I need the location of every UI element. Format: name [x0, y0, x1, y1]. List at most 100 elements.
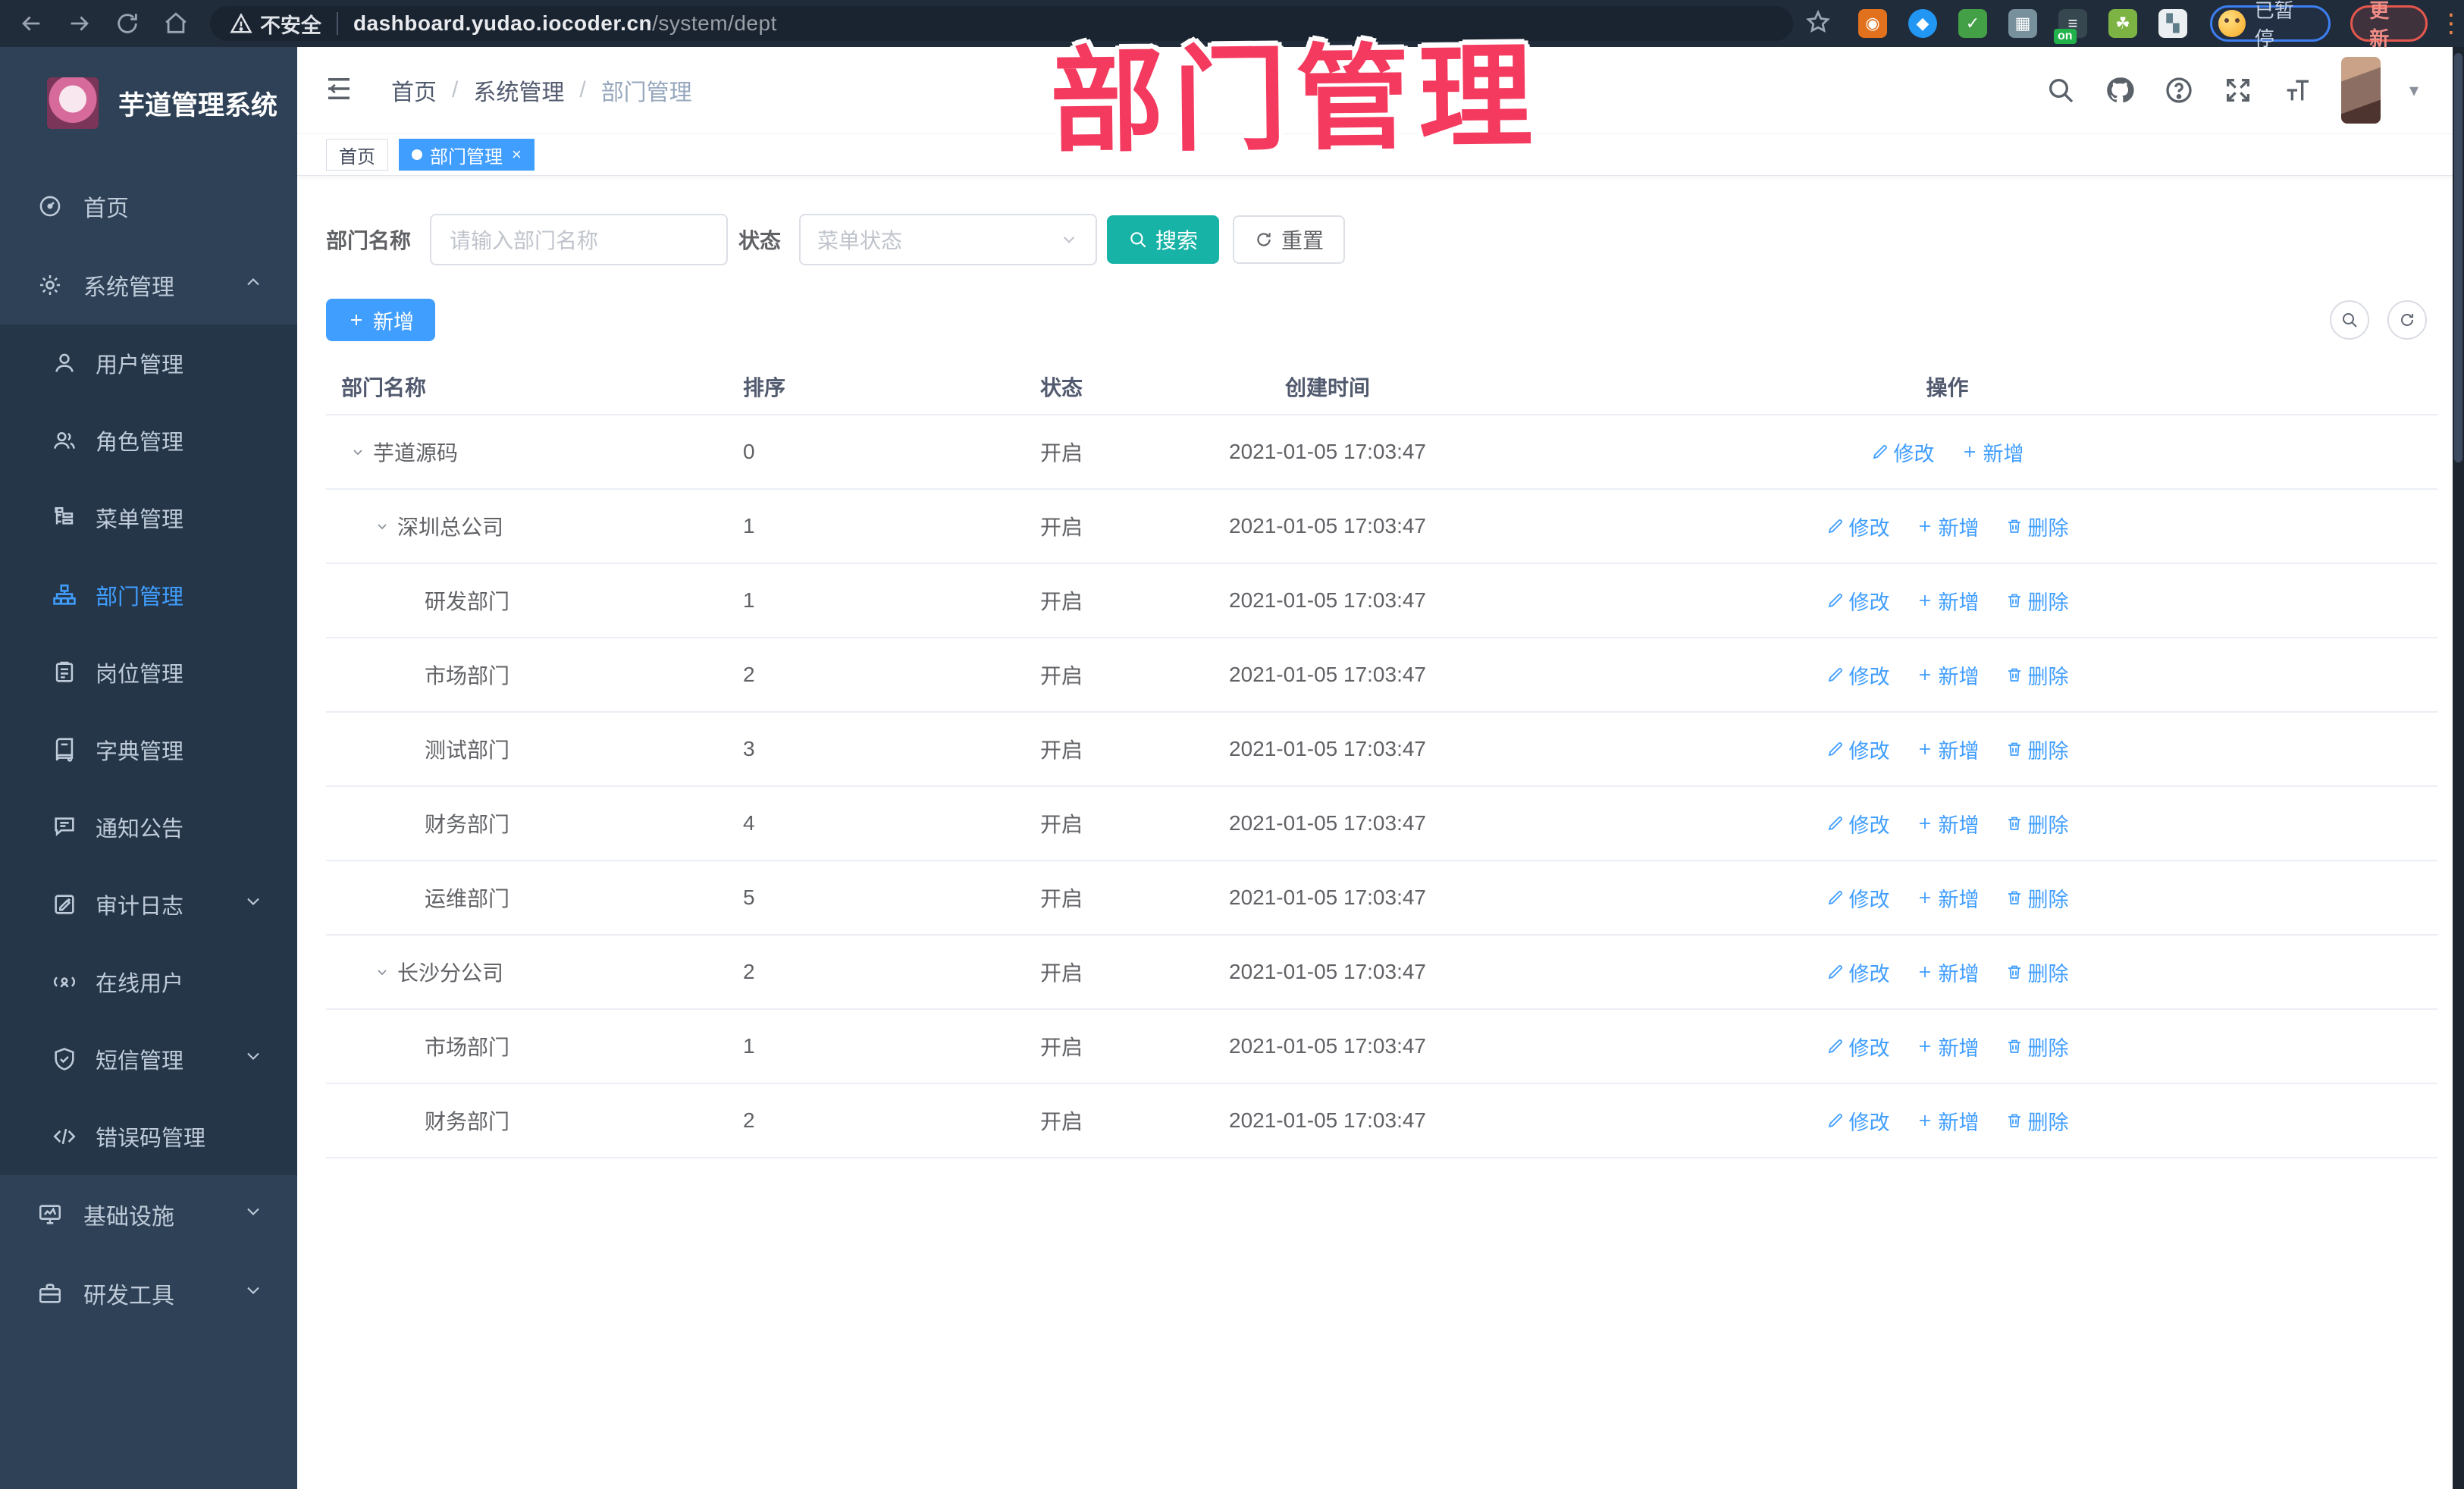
add-link[interactable]: 新增	[1916, 512, 1980, 541]
sidebar-item-审计日志[interactable]: 审计日志	[0, 866, 297, 943]
sidebar-item-label: 部门管理	[96, 585, 184, 610]
sidebar-item-在线用户[interactable]: 在线用户	[0, 943, 297, 1020]
dept-name-cell: 运维部门	[326, 882, 720, 913]
security-warning-icon[interactable]: 不安全	[230, 9, 321, 39]
reset-button[interactable]: 重置	[1233, 215, 1346, 264]
edit-link[interactable]: 修改	[1826, 958, 1890, 987]
scrollbar-thumb[interactable]	[2454, 53, 2462, 462]
refresh-table-button[interactable]	[2387, 300, 2427, 340]
edit-link[interactable]: 修改	[1826, 1106, 1890, 1136]
toggle-search-button[interactable]	[2330, 300, 2369, 340]
blue-drop-extension-icon[interactable]: ◆	[1908, 9, 1938, 38]
browser-menu-icon[interactable]: ⋮	[2438, 11, 2464, 36]
green-runner-extension-icon[interactable]: ☘	[2108, 9, 2138, 38]
edit-link[interactable]: 修改	[1826, 512, 1890, 541]
status-cell: 开启	[1039, 441, 1083, 465]
sidebar-item-短信管理[interactable]: 短信管理	[0, 1020, 297, 1098]
sidebar-item-字典管理[interactable]: 字典管理	[0, 711, 297, 788]
search-icon[interactable]	[2045, 75, 2076, 105]
sidebar-item-基础设施[interactable]: 基础设施	[0, 1175, 297, 1254]
edit-link[interactable]: 修改	[1826, 1032, 1890, 1061]
column-header-状态: 状态	[1039, 376, 1083, 400]
update-button[interactable]: 更新	[2350, 0, 2428, 50]
delete-link[interactable]: 删除	[2005, 586, 2069, 616]
delete-link[interactable]: 删除	[2005, 883, 2069, 913]
add-button[interactable]: 新增	[326, 299, 435, 341]
sidebar-item-菜单管理[interactable]: 菜单管理	[0, 479, 297, 556]
delete-link[interactable]: 删除	[2005, 735, 2069, 764]
page-scrollbar[interactable]	[2453, 47, 2464, 1489]
delete-link[interactable]: 删除	[2005, 1106, 2069, 1136]
created-time-cell: 2021-01-05 17:03:47	[1229, 663, 1426, 686]
reload-icon[interactable]	[110, 6, 145, 41]
sidebar-item-错误码管理[interactable]: 错误码管理	[0, 1098, 297, 1175]
dept-name-input[interactable]: 请输入部门名称	[430, 214, 729, 265]
add-link[interactable]: 新增	[1916, 958, 1980, 987]
user-menu-caret-icon[interactable]: ▾	[2409, 80, 2419, 102]
actions-cell: 修改 新增 删除	[1457, 660, 2437, 690]
edit-link[interactable]: 修改	[1826, 586, 1890, 616]
add-link[interactable]: 新增	[1916, 883, 1980, 913]
bookmark-star-icon[interactable]	[1805, 9, 1831, 39]
address-bar[interactable]: 不安全 dashboard.yudao.iocoder.cn/system/de…	[209, 6, 1794, 41]
delete-link[interactable]: 删除	[2005, 660, 2069, 690]
add-link[interactable]: 新增	[1961, 437, 2024, 467]
back-icon[interactable]	[14, 6, 49, 41]
sidebar-item-用户管理[interactable]: 用户管理	[0, 324, 297, 402]
edit-link[interactable]: 修改	[1826, 809, 1890, 839]
help-icon[interactable]	[2164, 75, 2194, 105]
sidebar-item-系统管理[interactable]: 系统管理	[0, 246, 297, 324]
sidebar-item-首页[interactable]: 首页	[0, 167, 297, 246]
add-link[interactable]: 新增	[1916, 1032, 1980, 1061]
sidebar-item-岗位管理[interactable]: 岗位管理	[0, 634, 297, 711]
profile-paused-pill[interactable]: 已暂停	[2210, 0, 2331, 50]
puzzle-extensions-icon[interactable]: ▚	[2158, 9, 2188, 38]
sidebar-item-角色管理[interactable]: 角色管理	[0, 402, 297, 479]
add-link[interactable]: 新增	[1916, 586, 1980, 616]
user-avatar[interactable]	[2340, 57, 2381, 124]
home-icon[interactable]	[158, 6, 193, 41]
tag-首页[interactable]: 首页	[326, 139, 388, 171]
fullscreen-icon[interactable]	[2223, 75, 2253, 105]
orange-gear-extension-icon[interactable]: ◉	[1858, 9, 1888, 38]
search-button[interactable]: 搜索	[1107, 215, 1220, 264]
sidebar-item-部门管理[interactable]: 部门管理	[0, 556, 297, 634]
github-icon[interactable]	[2105, 75, 2135, 105]
close-tag-icon[interactable]: ×	[512, 145, 522, 165]
green-check-extension-icon[interactable]: ✓	[1958, 9, 1988, 38]
breadcrumb-item[interactable]: 首页	[391, 74, 437, 107]
edit-link[interactable]: 修改	[1826, 660, 1890, 690]
add-link[interactable]: 新增	[1916, 1106, 1980, 1136]
status-select[interactable]: 菜单状态	[799, 214, 1098, 265]
forward-icon[interactable]	[62, 6, 97, 41]
audit-log-icon	[52, 892, 77, 917]
app-logo-row[interactable]: 芋道管理系统	[0, 47, 297, 138]
add-link[interactable]: 新增	[1916, 735, 1980, 764]
caret-expand-icon[interactable]	[349, 443, 367, 461]
delete-link[interactable]: 删除	[2005, 1032, 2069, 1061]
delete-link[interactable]: 删除	[2005, 809, 2069, 839]
add-link[interactable]: 新增	[1916, 660, 1980, 690]
sidebar-item-通知公告[interactable]: 通知公告	[0, 788, 297, 866]
add-link[interactable]: 新增	[1916, 809, 1980, 839]
dept-name: 芋道源码	[373, 441, 459, 465]
sidebar-item-研发工具[interactable]: 研发工具	[0, 1254, 297, 1333]
user-icon	[52, 350, 77, 376]
sidebar: 芋道管理系统 首页 系统管理 用户管理 角色管理 菜单管理部门管理岗位管理 字典管理 通知公…	[0, 47, 297, 1489]
font-size-icon[interactable]	[2282, 75, 2312, 105]
delete-link[interactable]: 删除	[2005, 512, 2069, 541]
caret-expand-icon[interactable]	[373, 963, 391, 981]
collapse-sidebar-icon[interactable]	[323, 73, 355, 108]
caret-expand-icon[interactable]	[373, 517, 391, 535]
tag-部门管理[interactable]: 部门管理 ×	[399, 139, 534, 171]
edit-link[interactable]: 修改	[1826, 735, 1890, 764]
proxy-on-extension-icon[interactable]: ≡ on	[2054, 9, 2088, 44]
edit-link[interactable]: 修改	[1871, 437, 1935, 467]
status-cell: 开启	[1039, 961, 1083, 985]
breadcrumb-item[interactable]: 系统管理	[473, 74, 564, 107]
edit-link[interactable]: 修改	[1826, 883, 1890, 913]
url-text[interactable]: dashboard.yudao.iocoder.cn/system/dept	[353, 11, 777, 36]
delete-link[interactable]: 删除	[2005, 958, 2069, 987]
blue-grid-extension-icon[interactable]: ▦	[2008, 9, 2038, 38]
tags-view-bar: 首页 部门管理 ×	[297, 133, 2453, 176]
